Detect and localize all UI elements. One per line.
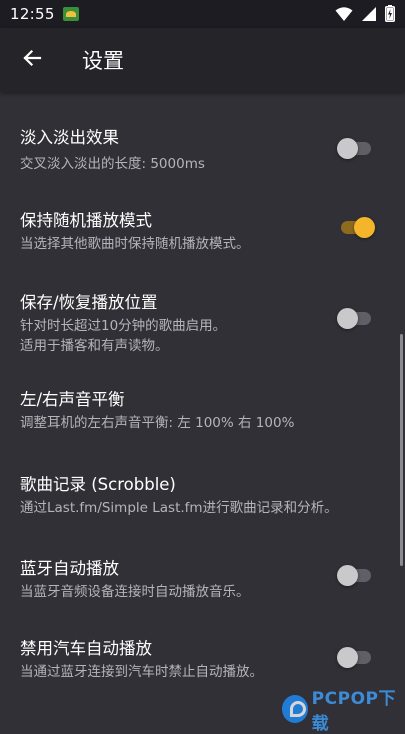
page-title: 设置 [82,49,124,73]
battery-charging-icon [385,5,395,26]
keep-shuffle-switch[interactable] [339,212,375,242]
setting-summary-line2: 适用于播客和有声读物。 [20,338,169,354]
signal-icon [361,6,377,26]
app-bar: 设置 [0,28,405,92]
setting-summary: 针对时长超过10分钟的歌曲启用。 [20,318,227,334]
setting-save-position[interactable]: 保存/恢复播放位置 针对时长超过10分钟的歌曲启用。 适用于播客和有声读物。 [0,278,405,366]
disable-car-autoplay-switch[interactable] [337,642,373,672]
back-button[interactable] [0,28,64,92]
setting-crossfade[interactable]: 淡入淡出效果 交叉淡入淡出的长度: 5000ms [0,110,405,194]
watermark-logo-icon [282,695,308,723]
setting-audio-balance[interactable]: 左/右声音平衡 调整耳机的左右声音平衡: 左 100% 右 100% [0,372,405,456]
setting-title: 蓝牙自动播放 [20,559,119,578]
setting-bluetooth-autoplay[interactable]: 蓝牙自动播放 当蓝牙音频设备连接时自动播放音乐。 [0,542,405,626]
setting-summary: 当蓝牙音频设备连接时自动播放音乐。 [20,584,250,600]
save-position-switch[interactable] [337,303,373,333]
scrollbar[interactable] [400,334,403,566]
setting-summary: 通过Last.fm/Simple Last.fm进行歌曲记录和分析。 [20,500,338,516]
setting-title: 左/右声音平衡 [20,390,125,409]
switch-thumb [337,308,358,329]
setting-summary: 当选择其他歌曲时保持随机播放模式。 [20,236,250,252]
setting-keep-shuffle[interactable]: 保持随机播放模式 当选择其他歌曲时保持随机播放模式。 [0,194,405,278]
status-bar: 12:55 [0,0,405,28]
setting-scrobble[interactable]: 歌曲记录 (Scrobble) 通过Last.fm/Simple Last.fm… [0,458,405,542]
setting-title: 禁用汽车自动播放 [20,639,152,658]
setting-title: 保存/恢复播放位置 [20,293,158,312]
setting-summary: 交叉淡入淡出的长度: 5000ms [20,156,205,172]
setting-title: 歌曲记录 (Scrobble) [20,475,176,494]
switch-thumb [354,217,375,238]
bluetooth-autoplay-switch[interactable] [337,560,373,590]
switch-thumb [337,565,358,586]
watermark: PCPOP下载 [282,684,405,734]
status-time: 12:55 [10,5,55,23]
setting-summary: 当通过蓝牙连接到汽车时禁止自动播放。 [20,664,263,680]
wifi-icon [335,6,353,26]
watermark-text: PCPOP下载 [311,689,396,734]
arrow-left-icon [22,48,42,72]
status-icons [335,5,395,26]
setting-summary: 调整耳机的左右声音平衡: 左 100% 右 100% [20,415,295,431]
crossfade-switch[interactable] [337,133,373,163]
switch-thumb [337,647,358,668]
switch-thumb [337,138,358,159]
app-notification-icon [62,7,79,21]
setting-title: 淡入淡出效果 [20,128,119,147]
setting-title: 保持随机播放模式 [20,211,152,230]
